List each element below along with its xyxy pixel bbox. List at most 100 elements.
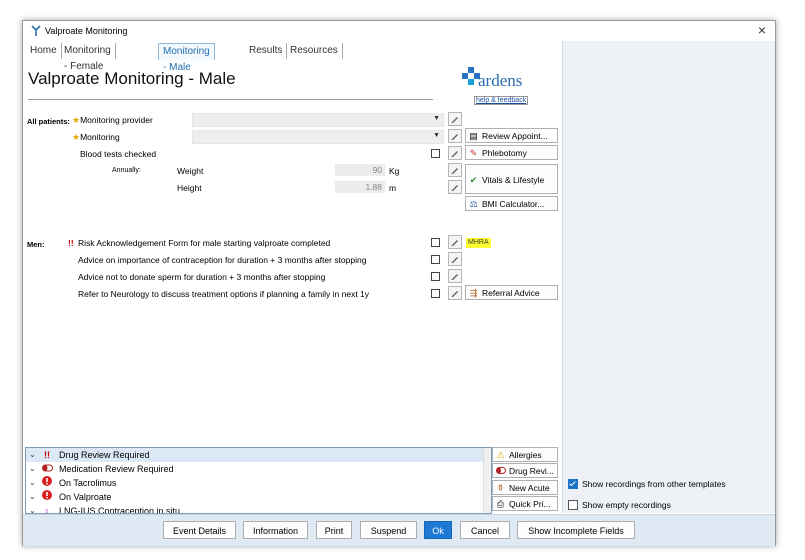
required-star-icon: ★ [72, 132, 81, 142]
edit-pencil-icon[interactable] [448, 112, 462, 126]
suspend-button[interactable]: Suspend [360, 521, 417, 539]
pill-icon [495, 464, 506, 477]
show-incomplete-fields-button[interactable]: Show Incomplete Fields [517, 521, 635, 539]
warning-triangle-icon: ⚠ [496, 450, 505, 460]
required-star-icon: ★ [72, 115, 81, 125]
contraception-advice-checkbox[interactable] [431, 255, 440, 264]
priority-alert-icon: !! [44, 450, 50, 460]
monitoring-label: ★Monitoring [72, 132, 120, 142]
sperm-donation-advice-label: Advice not to donate sperm for duration … [78, 272, 326, 282]
tab-home[interactable]: Home [26, 43, 62, 59]
blood-tests-checkbox[interactable] [431, 149, 440, 158]
review-appointment-button[interactable]: ▤ Review Appoint... [465, 128, 558, 143]
title-divider [28, 99, 433, 100]
window-title: Valproate Monitoring [45, 26, 128, 36]
quick-print-button[interactable]: ⎙ Quick Pri... [492, 496, 558, 511]
sperm-donation-advice-checkbox[interactable] [431, 272, 440, 281]
all-patients-label: All patients: [27, 117, 70, 126]
chevron-down-icon: ⌄ [29, 450, 36, 459]
list-item[interactable]: ⌄ On Valproate [26, 490, 484, 504]
men-label: Men: [27, 240, 45, 249]
information-button[interactable]: Information [243, 521, 308, 539]
printer-icon: ⎙ [496, 499, 505, 509]
weight-unit: Kg [389, 166, 400, 176]
height-label: Height [177, 183, 202, 193]
edit-pencil-icon[interactable] [448, 129, 462, 143]
female-icon: ♀ [43, 506, 51, 514]
checkbox-empty-icon [568, 499, 578, 510]
contraception-advice-label: Advice on importance of contraception fo… [78, 255, 367, 265]
dropdown-arrow-icon: ▼ [433, 115, 440, 122]
annually-label: Annually: [112, 167, 141, 174]
checkmark-icon: ✔ [469, 175, 478, 185]
list-item[interactable]: ⌄ !! Drug Review Required [26, 448, 484, 462]
drug-review-button[interactable]: Drug Revi... [492, 463, 558, 478]
chevron-down-icon: ⌄ [29, 464, 36, 473]
list-item[interactable]: ⌄ ♀ LNG-IUS Contraception in situ [26, 504, 484, 514]
risk-ack-checkbox[interactable] [431, 238, 440, 247]
edit-pencil-icon[interactable] [448, 286, 462, 300]
chevron-down-icon: ⌄ [29, 478, 36, 487]
new-acute-button[interactable]: ⚱ New Acute [492, 480, 558, 495]
referral-advice-button[interactable]: ⇶ Referral Advice [465, 285, 558, 300]
checkbox-checked-icon [568, 478, 578, 489]
ok-button[interactable]: Ok [424, 521, 452, 539]
list-item[interactable]: ⌄ On Tacrolimus [26, 476, 484, 490]
edit-pencil-icon[interactable] [448, 269, 462, 283]
tab-monitoring-male[interactable]: Monitoring - Male [158, 43, 215, 73]
tab-monitoring-female[interactable]: Monitoring - Female [60, 43, 116, 72]
cancel-button[interactable]: Cancel [460, 521, 510, 539]
alerts-scrollbar[interactable] [483, 448, 491, 513]
right-panel: Show recordings from other templates Sho… [562, 41, 775, 513]
page-title: Valproate Monitoring - Male [28, 69, 236, 88]
app-logo-icon [31, 25, 41, 36]
chevron-down-icon: ⌄ [29, 506, 36, 514]
edit-pencil-icon[interactable] [448, 163, 462, 177]
title-bar: Valproate Monitoring × [23, 21, 775, 41]
monitoring-provider-dropdown[interactable]: ▼ [192, 113, 444, 127]
referral-icon: ⇶ [469, 288, 478, 298]
height-input[interactable]: 1.88 [335, 181, 385, 193]
edit-pencil-icon[interactable] [448, 180, 462, 194]
valproate-window: Valproate Monitoring × Home Monitoring -… [22, 20, 776, 546]
mhra-link[interactable]: MHRA [466, 238, 491, 248]
risk-ack-label: Risk Acknowledgement Form for male start… [78, 238, 331, 248]
document-icon: ▤ [469, 131, 478, 141]
weight-label: Weight [177, 166, 204, 176]
event-details-button[interactable]: Event Details [163, 521, 236, 539]
monitoring-provider-label: ★Monitoring provider [72, 115, 153, 125]
bmi-calculator-button[interactable]: ⚖ BMI Calculator... [465, 196, 558, 211]
edit-pencil-icon[interactable] [448, 252, 462, 266]
close-icon[interactable]: × [758, 22, 766, 38]
priority-alert-icon: !! [68, 238, 74, 248]
tab-resources[interactable]: Resources [286, 43, 343, 59]
vitals-lifestyle-button[interactable]: ✔ Vitals & Lifestyle [465, 164, 558, 194]
show-empty-recordings-toggle[interactable]: Show empty recordings [568, 499, 671, 511]
neurology-referral-checkbox[interactable] [431, 289, 440, 298]
help-feedback-link[interactable]: help & feedback [474, 96, 529, 105]
print-button[interactable]: Print [316, 521, 352, 539]
footer-bar: Event Details Information Print Suspend … [23, 514, 775, 546]
syringe-icon: ✎ [469, 148, 478, 158]
scale-icon: ⚖ [469, 199, 478, 209]
warning-circle-icon [41, 490, 53, 504]
edit-pencil-icon[interactable] [448, 235, 462, 249]
weight-input[interactable]: 90 [335, 164, 385, 176]
tab-results[interactable]: Results [245, 43, 288, 59]
pill-icon [41, 462, 53, 476]
warning-circle-icon [41, 476, 53, 490]
height-unit: m [389, 183, 397, 193]
show-other-templates-toggle[interactable]: Show recordings from other templates [568, 478, 726, 490]
medicine-bottle-icon: ⚱ [496, 483, 505, 493]
edit-pencil-icon[interactable] [448, 146, 462, 160]
dropdown-arrow-icon: ▼ [433, 132, 440, 139]
list-item[interactable]: ⌄ Medication Review Required [26, 462, 484, 476]
allergies-button[interactable]: ⚠ Allergies [492, 447, 558, 462]
blood-tests-label: Blood tests checked [80, 149, 157, 159]
chevron-down-icon: ⌄ [29, 492, 36, 501]
monitoring-dropdown[interactable]: ▼ [192, 130, 444, 144]
ardens-logo-text: ardens [478, 71, 523, 90]
phlebotomy-button[interactable]: ✎ Phlebotomy [465, 145, 558, 160]
neurology-referral-label: Refer to Neurology to discuss treatment … [78, 289, 370, 299]
alerts-list: ⌄ !! Drug Review Required ⌄ Medication R… [25, 447, 492, 514]
